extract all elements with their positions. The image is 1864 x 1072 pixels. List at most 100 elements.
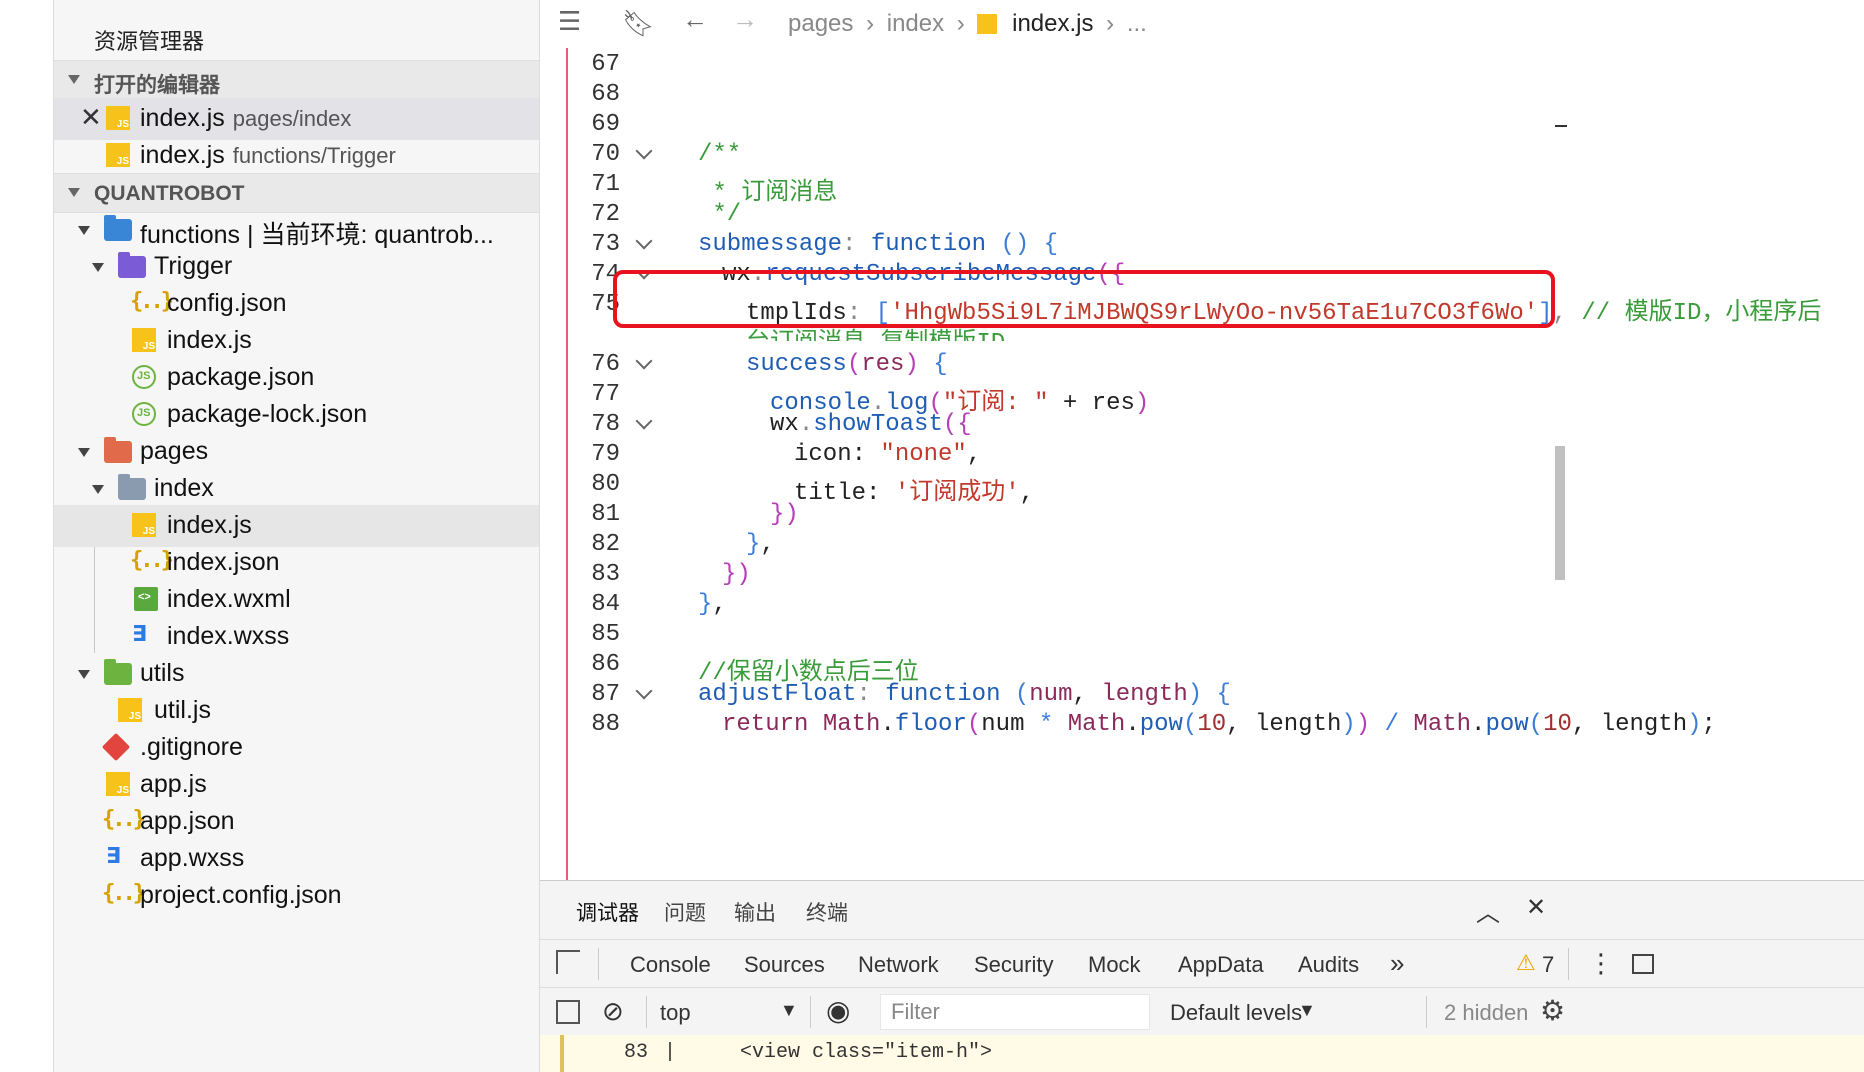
tree-file-package-lock[interactable]: JS package-lock.json: [54, 394, 539, 436]
tab-terminal[interactable]: 终端: [806, 897, 848, 927]
more-tabs-button[interactable]: »: [1390, 948, 1404, 979]
breadcrumb-index[interactable]: index: [887, 10, 944, 37]
line-number: 76: [591, 351, 620, 378]
tree-file-index-js[interactable]: JS index.js: [54, 320, 539, 362]
chevron-down-icon: [78, 226, 90, 235]
json-file-icon: {..}: [130, 289, 174, 314]
code-line: title: '订阅成功',: [794, 480, 1035, 507]
filter-input[interactable]: [881, 995, 1149, 1029]
tab-problems[interactable]: 问题: [664, 897, 706, 927]
tree-folder-functions[interactable]: functions | 当前环境: quantrob...: [54, 209, 539, 251]
chevron-down-icon: [92, 485, 104, 494]
chevron-down-icon: [68, 75, 80, 84]
fold-chevron-icon[interactable]: [635, 142, 653, 160]
context-select[interactable]: top: [660, 1000, 691, 1026]
tree-item-label: Trigger: [154, 252, 233, 280]
kebab-menu-icon[interactable]: ⋮: [1588, 948, 1614, 979]
gear-icon[interactable]: ⚙: [1540, 994, 1565, 1027]
tree-item-label: package.json: [167, 363, 315, 391]
line-number: 71: [591, 171, 620, 198]
tree-file-project-config[interactable]: {..} project.config.json: [54, 875, 539, 917]
open-editor-path: pages/index: [232, 106, 352, 131]
chevron-down-icon: [78, 670, 90, 679]
code-line: submessage: function () {: [698, 231, 1059, 258]
dock-icon[interactable]: [1632, 954, 1654, 974]
tab-security[interactable]: Security: [974, 952, 1053, 978]
line-number: 86: [591, 651, 620, 678]
tree-file-app-js[interactable]: JS app.js: [54, 764, 539, 806]
json-file-icon: {..}: [130, 548, 174, 573]
fold-chevron-icon[interactable]: [635, 412, 653, 430]
tree-file-app-json[interactable]: {..} app.json: [54, 801, 539, 843]
scrollbar-marker: [1555, 125, 1567, 127]
sidebar-toggle-icon[interactable]: [556, 1000, 580, 1024]
chevron-up-icon[interactable]: ︿: [1476, 893, 1500, 928]
tree-item-label: index.wxss: [167, 622, 290, 650]
tree-file-config-json[interactable]: {..} config.json: [54, 283, 539, 325]
tree-file-util-js[interactable]: JS util.js: [54, 690, 539, 732]
list-icon[interactable]: ☰: [558, 6, 581, 37]
dropdown-icon[interactable]: ▼: [780, 1000, 798, 1021]
project-section[interactable]: QUANTROBOT: [54, 173, 539, 213]
close-icon[interactable]: ✕: [80, 102, 102, 133]
tree-folder-index[interactable]: index: [54, 468, 539, 510]
open-editor-item[interactable]: ✕ JS index.js pages/index: [54, 98, 539, 140]
tree-folder-trigger[interactable]: Trigger: [54, 246, 539, 288]
open-editor-path: functions/Trigger: [232, 143, 396, 168]
tree-item-label: index.json: [167, 548, 280, 576]
line-number: 68: [591, 81, 620, 108]
tab-appdata[interactable]: AppData: [1178, 952, 1264, 978]
back-arrow-icon[interactable]: ←: [682, 4, 708, 35]
line-number: 77: [591, 381, 620, 408]
editor-scrollbar[interactable]: [1555, 446, 1565, 580]
tree-folder-pages[interactable]: pages: [54, 431, 539, 473]
tab-mock[interactable]: Mock: [1088, 952, 1141, 978]
levels-select[interactable]: Default levels: [1170, 1000, 1302, 1026]
tab-audits[interactable]: Audits: [1298, 952, 1359, 978]
tab-console[interactable]: Console: [616, 952, 725, 990]
forward-arrow-icon[interactable]: →: [732, 4, 758, 35]
line-number: 67: [591, 51, 620, 78]
fold-chevron-icon[interactable]: [635, 232, 653, 250]
inspect-element-icon[interactable]: [556, 950, 580, 974]
tree-file-pages-index-wxss[interactable]: ∃ index.wxss: [54, 616, 539, 658]
code-line: icon: "none",: [794, 441, 982, 468]
tree-file-pages-index-js[interactable]: JS index.js: [54, 505, 539, 547]
open-editor-item[interactable]: JS index.js functions/Trigger: [54, 135, 539, 177]
clear-console-icon[interactable]: ⊘: [602, 996, 624, 1027]
code-area[interactable]: 67 68 69 70 71 72 73 74 75 76 77 78 79 80 81 82 83 84 85 86…: [540, 48, 1864, 880]
warning-icon[interactable]: ⚠: [1516, 950, 1536, 976]
tab-network[interactable]: Network: [858, 952, 939, 978]
bookmark-icon[interactable]: 🔖︎: [622, 8, 655, 39]
tree-file-gitignore[interactable]: .gitignore: [54, 727, 539, 769]
code-line: }): [770, 501, 799, 528]
js-file-icon: JS: [106, 106, 130, 130]
breadcrumb-pages[interactable]: pages: [788, 10, 853, 37]
tree-file-app-wxss[interactable]: ∃ app.wxss: [54, 838, 539, 880]
tree-file-pages-index-wxml[interactable]: <> index.wxml: [54, 579, 539, 621]
code-editor[interactable]: ☰ 🔖︎ ← → pages › index › index.js › ... …: [540, 0, 1864, 880]
breadcrumb-more[interactable]: ...: [1127, 10, 1147, 37]
close-icon[interactable]: ✕: [1526, 893, 1546, 922]
tree-file-pages-index-json[interactable]: {..} index.json: [54, 542, 539, 584]
tab-output[interactable]: 输出: [734, 897, 776, 927]
tree-item-label: config.json: [167, 289, 287, 317]
open-editors-section[interactable]: 打开的编辑器: [54, 60, 539, 100]
line-number: 74: [591, 261, 620, 288]
dropdown-icon[interactable]: ▼: [1298, 1000, 1316, 1021]
fold-chevron-icon[interactable]: [635, 352, 653, 370]
tab-sources[interactable]: Sources: [744, 952, 825, 978]
eye-icon[interactable]: ◉: [826, 994, 850, 1027]
log-line-number: 83: [624, 1041, 649, 1064]
line-number: 69: [591, 111, 620, 138]
js-file-icon: JS: [132, 328, 156, 352]
tree-file-package-json[interactable]: JS package.json: [54, 357, 539, 399]
breadcrumb-file[interactable]: index.js: [1012, 10, 1093, 37]
fold-chevron-icon[interactable]: [635, 682, 653, 700]
line-number: 82: [591, 531, 620, 558]
tree-folder-utils[interactable]: utils: [54, 653, 539, 695]
tab-debugger[interactable]: 调试器: [576, 897, 639, 941]
wxml-file-icon: <>: [134, 587, 158, 611]
ide-window: { "explorer": { "title": "资源管理器", "open_…: [0, 0, 1864, 1072]
tree-item-label: app.json: [140, 807, 235, 835]
